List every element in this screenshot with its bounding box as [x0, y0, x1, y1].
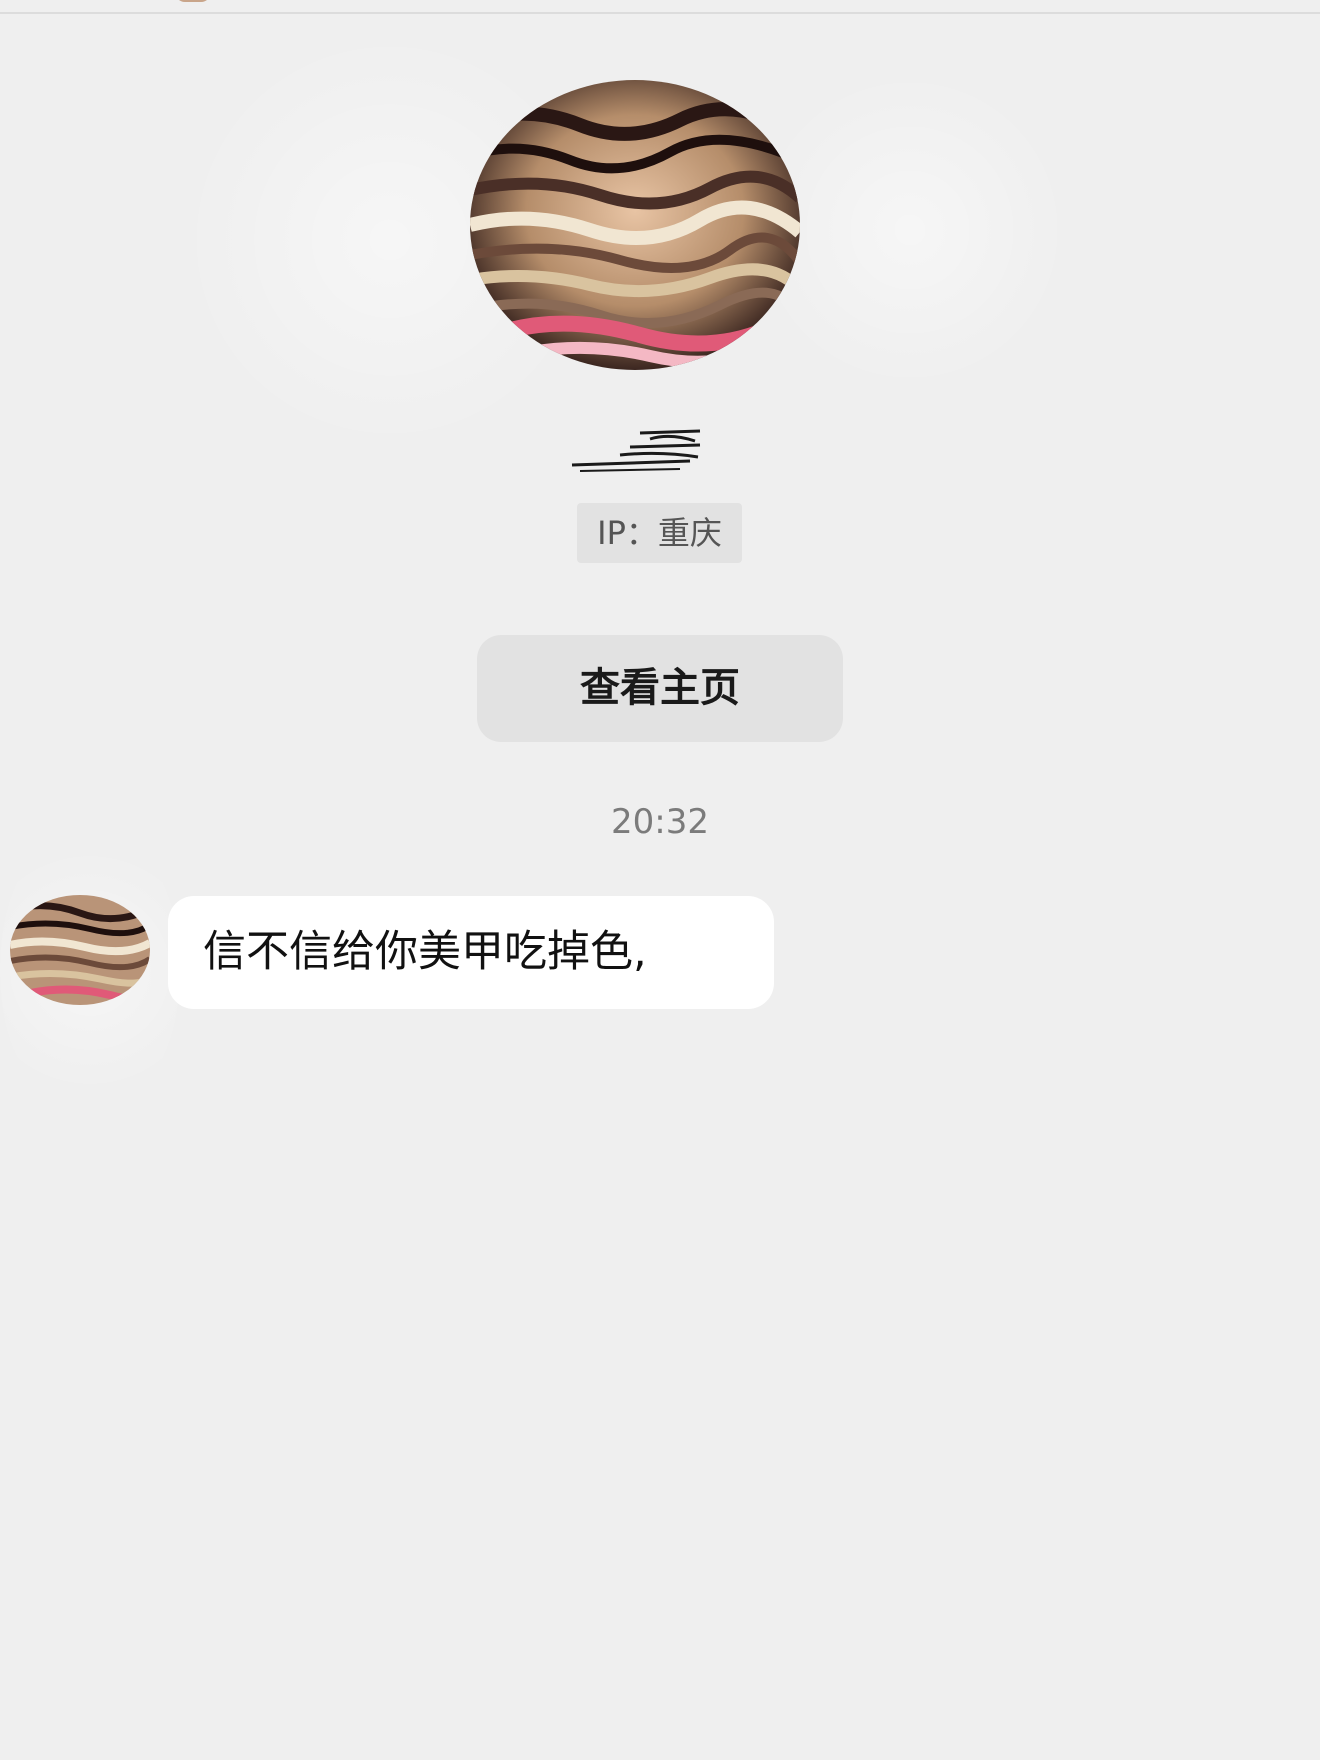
profile-avatar[interactable]: [470, 80, 800, 370]
ip-location-badge: IP：重庆: [577, 503, 742, 563]
obscured-username-icon: [571, 429, 701, 472]
chat-screen: IP：重庆 查看主页 20:32 信不信给你美甲吃掉色,: [0, 0, 1320, 1760]
header-divider: [0, 12, 1320, 14]
view-profile-button[interactable]: 查看主页: [477, 635, 843, 742]
message-timestamp: 20:32: [611, 802, 709, 842]
sender-avatar[interactable]: [10, 895, 150, 1005]
incoming-message-bubble[interactable]: 信不信给你美甲吃掉色,: [168, 896, 774, 1009]
header-avatar-fragment: [175, 0, 211, 2]
message-text: 信不信给你美甲吃掉色,: [203, 927, 647, 977]
blurred-avatar-icon: [470, 80, 800, 370]
blur-halo: [760, 60, 1060, 400]
blurred-avatar-icon: [10, 895, 150, 1005]
